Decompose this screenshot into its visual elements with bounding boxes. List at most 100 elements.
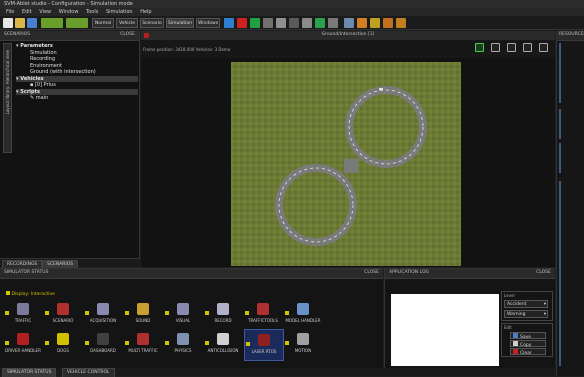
status-tile-traffictools[interactable]: TRAFFICTOOLS	[244, 299, 282, 329]
edit-label: Edit	[504, 325, 512, 330]
level-warning-text: Warning	[507, 312, 526, 317]
level-group: Level Accident ▾ Warning ▾	[501, 291, 553, 321]
viewport-title: Ground/Intersection [1]	[321, 32, 375, 37]
pause-icon[interactable]	[263, 18, 273, 28]
status-tile-motion[interactable]: MOTION	[284, 329, 322, 359]
scenarios-close-button[interactable]: CLOSE	[120, 31, 135, 39]
tree-main[interactable]: ✎ main	[16, 95, 138, 102]
status-tile-label: TRAFFICTOOLS	[248, 318, 278, 323]
camera-view-icon[interactable]	[475, 43, 484, 52]
fullscreen-icon[interactable]	[539, 43, 548, 52]
status-indicator	[45, 311, 49, 315]
step-icon[interactable]	[276, 18, 286, 28]
stop-icon[interactable]	[237, 18, 247, 28]
new-file-icon[interactable]	[3, 18, 13, 28]
scenarios-title: SCENARIOS	[4, 32, 31, 37]
status-tile-physics[interactable]: PHYSICS	[164, 329, 202, 359]
menu-edit[interactable]: Edit	[22, 9, 32, 15]
level-select-accident[interactable]: Accident ▾	[504, 300, 548, 308]
target-icon[interactable]	[383, 18, 393, 28]
driver-handler-icon	[17, 333, 29, 345]
record-icon[interactable]	[289, 18, 299, 28]
clear-log-button[interactable]: Clear	[510, 348, 546, 356]
level-select-warning[interactable]: Warning ▾	[504, 310, 548, 318]
normal-mode-button[interactable]: Normal	[92, 18, 114, 28]
menu-help[interactable]: Help	[140, 9, 151, 15]
status-tile-visual[interactable]: VISUAL	[164, 299, 202, 329]
status-tile-label: DOGS	[57, 348, 69, 353]
status-tile-traffic[interactable]: TRAFFIC	[4, 299, 42, 329]
acquisition-icon	[97, 303, 109, 315]
status-indicator	[205, 341, 209, 345]
status-tile-record[interactable]: RECORD	[204, 299, 242, 329]
status-tile-multi-traffic[interactable]: MULTI TRAFFIC	[124, 329, 162, 359]
scenarios-tabs: RECORDINGS SCENARIOS	[0, 258, 140, 269]
status-indicator	[45, 341, 49, 345]
layout-library-label: Layout library: Hierarchical view	[5, 50, 10, 115]
vehicle-mode-button[interactable]: Vehicle	[116, 18, 138, 28]
status-indicator	[125, 311, 129, 315]
copy-log-button[interactable]: Copy	[510, 340, 546, 348]
ground-terrain[interactable]	[231, 62, 461, 266]
status-tile-dogs[interactable]: DOGS	[44, 329, 82, 359]
simulation-mode-button[interactable]: Simulation	[166, 18, 194, 28]
save-log-button[interactable]: Save	[510, 332, 546, 340]
resources-section-4[interactable]	[559, 181, 583, 366]
sound-icon	[137, 303, 149, 315]
menu-view[interactable]: View	[39, 9, 51, 15]
scene-area	[141, 58, 555, 267]
crosshair-icon[interactable]	[357, 18, 367, 28]
display-interactive-toggle[interactable]: Display: Interactive	[6, 291, 55, 297]
sensor-icon[interactable]	[396, 18, 406, 28]
status-tile-anticollision[interactable]: ANTICOLLISION	[204, 329, 242, 359]
status-tile-scenario[interactable]: SCENARIO	[44, 299, 82, 329]
model-handler-icon	[297, 303, 309, 315]
status-tile-dashboard[interactable]: DASHBOARD	[84, 329, 122, 359]
status-tile-sound[interactable]: SOUND	[124, 299, 162, 329]
status-tile-model-handler[interactable]: MODEL HANDLER	[284, 299, 322, 329]
menu-tools[interactable]: Tools	[86, 9, 98, 15]
grid-icon[interactable]	[370, 18, 380, 28]
play-icon[interactable]	[250, 18, 260, 28]
status-indicator	[285, 341, 289, 345]
simulator-status-panel: SIMULATOR STATUS CLOSE Display: Interact…	[0, 268, 383, 368]
back-icon[interactable]	[41, 18, 63, 28]
status-tile-acquisition[interactable]: ACQUISITION	[84, 299, 122, 329]
save-icon[interactable]	[27, 18, 37, 28]
status-tile-label: MODEL HANDLER	[285, 318, 321, 323]
forward-icon[interactable]	[66, 18, 88, 28]
pen-icon[interactable]	[315, 18, 325, 28]
view-icon[interactable]	[344, 18, 354, 28]
script-icon: ✎	[30, 95, 35, 101]
pointer-icon[interactable]	[224, 18, 234, 28]
status-tile-label: VISUAL	[175, 318, 191, 323]
log-output[interactable]	[391, 294, 499, 366]
menu-file[interactable]: File	[6, 9, 14, 15]
side-view-icon[interactable]	[507, 43, 516, 52]
window-title: SVM-Ablet studio - Configuration - Simul…	[0, 0, 584, 8]
visual-icon	[177, 303, 189, 315]
resources-section-2[interactable]	[559, 109, 583, 139]
simulator-status-close-button[interactable]: CLOSE	[364, 269, 379, 277]
scenario-mode-button[interactable]: Scenario	[140, 18, 164, 28]
resources-section-3[interactable]	[559, 143, 583, 173]
settings-icon[interactable]	[328, 18, 338, 28]
status-tile-driver-handler[interactable]: DRIVER HANDLER	[4, 329, 42, 359]
status-indicator	[246, 342, 250, 346]
status-tile-laser-rtos[interactable]: LASER RTOS	[244, 329, 284, 361]
status-indicator	[285, 311, 289, 315]
layout-library-tab[interactable]: Layout library: Hierarchical view	[3, 43, 12, 153]
grid-view-icon[interactable]	[523, 43, 532, 52]
windows-button[interactable]: Windows	[196, 18, 220, 28]
status-tile-label: ANTICOLLISION	[207, 348, 239, 353]
copy-icon	[513, 341, 518, 346]
menu-window[interactable]: Window	[59, 9, 79, 15]
status-row-2: DRIVER HANDLER DOGS DASHBOARD MULTI TRAFFIC…	[4, 329, 384, 361]
resources-section-1[interactable]	[559, 43, 583, 103]
menu-simulation[interactable]: Simulation	[106, 9, 133, 15]
camera-icon[interactable]	[302, 18, 312, 28]
open-folder-icon[interactable]	[15, 18, 25, 28]
status-indicator	[85, 341, 89, 345]
top-view-icon[interactable]	[491, 43, 500, 52]
app-log-close-button[interactable]: CLOSE	[536, 269, 551, 277]
